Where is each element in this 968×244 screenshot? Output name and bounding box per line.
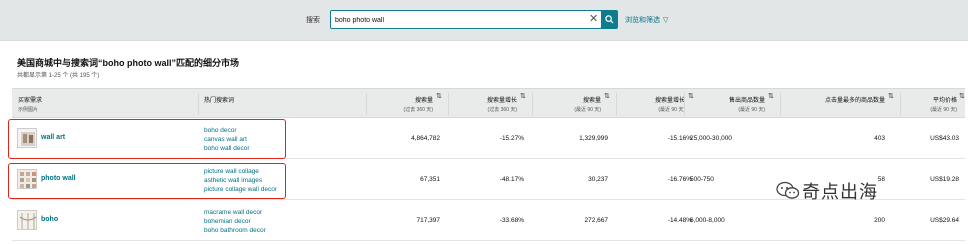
sort-icon[interactable]: ⇅ (520, 93, 526, 100)
browse-filter-link[interactable]: 浏览和筛选 ▽ (625, 15, 668, 25)
watermark-text: 奇点出海 (802, 182, 878, 203)
keyword-link[interactable]: macrame wall decor (204, 208, 266, 217)
growth-360: -33.68% (499, 217, 524, 224)
most-clicked-count: 403 (874, 135, 885, 142)
sort-icon[interactable]: ⇅ (959, 93, 965, 100)
volume-360: 4,864,782 (411, 135, 440, 142)
units-sold: 500-750 (690, 176, 714, 183)
search-input[interactable] (335, 14, 585, 26)
sort-icon[interactable]: ⇅ (688, 93, 694, 100)
chevron-down-icon: ▽ (663, 17, 669, 24)
col-header-avg-price[interactable]: 平均价格 (最近 90 天) (930, 95, 957, 113)
search-box[interactable]: ✕ (330, 10, 602, 29)
growth-360: -48.17% (499, 176, 524, 183)
search-label: 搜索 (306, 17, 320, 24)
wechat-icon (776, 181, 800, 199)
growth-90: -15.16% (667, 135, 692, 142)
highlight-box (8, 163, 286, 199)
col-header-growth-90[interactable]: 搜索量增长 (最近 90 天) (655, 95, 685, 113)
volume-90: 1,329,999 (579, 135, 608, 142)
growth-360: -15.27% (499, 135, 524, 142)
sort-icon[interactable]: ⇅ (888, 93, 894, 100)
volume-360: 717,397 (416, 217, 441, 224)
avg-price: US$29.64 (930, 217, 959, 224)
col-header-demand[interactable]: 买家需求 示例图片 (18, 95, 42, 113)
top-search-bar: 搜索 ✕ 浏览和筛选▽ (0, 0, 968, 41)
col-header-keywords: 热门搜索词 (204, 98, 235, 104)
volume-90: 30,237 (588, 176, 608, 183)
product-thumbnail[interactable] (17, 210, 37, 230)
col-header-growth-360[interactable]: 搜索量增长 (过去 360 天) (487, 95, 517, 113)
units-sold: 25,000-30,000 (690, 135, 732, 142)
most-clicked-count: 200 (874, 217, 885, 224)
growth-90: -14.48% (667, 217, 692, 224)
units-sold: 6,000-8,000 (690, 217, 725, 224)
result-count: 共都显示第 1-25 个 (共 195 个) (17, 73, 100, 79)
col-header-most-clicked[interactable]: 点击量最多的商品数量 (825, 95, 885, 104)
niche-link[interactable]: boho (41, 216, 58, 223)
page-title: 美国商城中与搜索词“boho photo wall”匹配的细分市场 (17, 58, 239, 68)
sort-icon[interactable]: ⇅ (436, 93, 442, 100)
sort-icon[interactable]: ⇅ (768, 93, 774, 100)
clear-icon[interactable]: ✕ (589, 13, 598, 26)
most-clicked-count: 58 (877, 176, 885, 183)
top-keywords: macrame wall decor bohemian decor boho b… (204, 208, 266, 235)
col-header-volume-360[interactable]: 搜索量 (过去 360 天) (404, 95, 433, 113)
keyword-link[interactable]: boho bathroom decor (204, 226, 266, 235)
table-header: 买家需求 示例图片 热门搜索词 搜索量 (过去 360 天) ⇅ 搜索量增长 (过去 … (12, 88, 965, 118)
keyword-link[interactable]: bohemian decor (204, 217, 266, 226)
col-header-units-sold[interactable]: 售出商品数量 (最近 90 天) (729, 95, 765, 113)
browse-filter-label: 浏览和筛选 (625, 17, 660, 24)
avg-price: US$43.03 (930, 135, 959, 142)
search-button[interactable] (601, 10, 618, 29)
avg-price: US$19.28 (930, 176, 959, 183)
volume-360: 67,351 (420, 176, 440, 183)
volume-90: 272,667 (584, 217, 609, 224)
highlight-box (8, 119, 286, 159)
table-row: boho macrame wall decor bohemian decor b… (12, 200, 965, 241)
col-header-volume-90[interactable]: 搜索量 (最近 90 天) (574, 95, 601, 113)
growth-90: -16.76% (667, 176, 692, 183)
search-icon (605, 15, 614, 24)
sort-icon[interactable]: ⇅ (604, 93, 610, 100)
